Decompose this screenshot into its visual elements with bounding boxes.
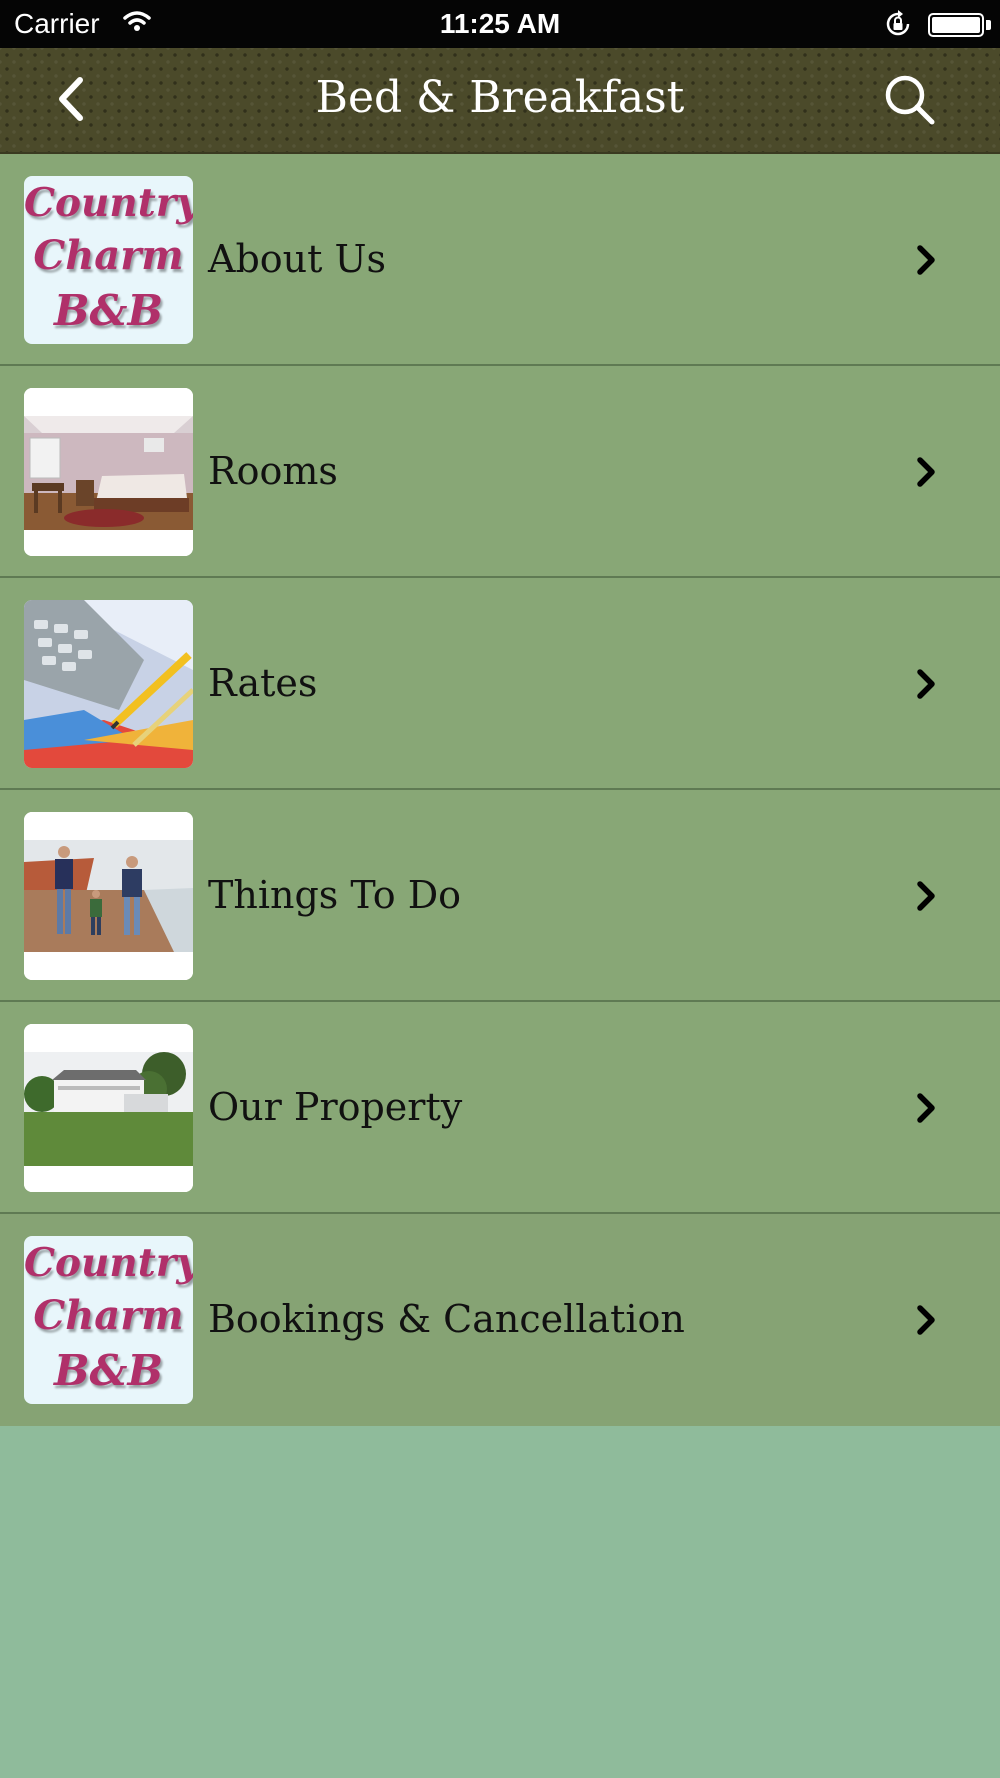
- item-label: Things To Do: [208, 873, 462, 917]
- list-item-rates[interactable]: Rates: [0, 578, 1000, 790]
- chevron-right-icon: [917, 669, 935, 699]
- item-label: About Us: [208, 237, 386, 281]
- item-label: Rooms: [208, 449, 338, 493]
- chevron-right-icon: [917, 457, 935, 487]
- list-item-rooms[interactable]: Rooms: [0, 366, 1000, 578]
- battery-nub: [986, 20, 991, 30]
- logo-line-3: B&B: [54, 286, 163, 335]
- chevron-right-icon: [917, 245, 935, 275]
- battery-icon: [928, 13, 984, 37]
- list-item-about-us[interactable]: Country Charm B&B About Us: [0, 154, 1000, 366]
- chevron-right-icon: [917, 1093, 935, 1123]
- list-item-bookings-cancellation[interactable]: Country Charm B&B Bookings & Cancellatio…: [0, 1214, 1000, 1426]
- chevron-right-icon: [917, 1305, 935, 1335]
- bedroom-photo-thumbnail: [24, 388, 193, 556]
- calculator-photo-thumbnail: [24, 600, 193, 768]
- item-label: Bookings & Cancellation: [208, 1297, 685, 1341]
- status-bar: Carrier 11:25 AM: [0, 0, 1000, 48]
- country-charm-logo-thumbnail: Country Charm B&B: [24, 176, 193, 344]
- item-label: Our Property: [208, 1085, 463, 1129]
- list-item-our-property[interactable]: Our Property: [0, 1002, 1000, 1214]
- house-photo-thumbnail: [24, 1024, 193, 1192]
- nav-bar: Bed & Breakfast: [0, 48, 1000, 154]
- page-title: Bed & Breakfast: [315, 72, 685, 123]
- item-label: Rates: [208, 661, 318, 705]
- country-charm-logo-thumbnail: Country Charm B&B: [24, 1236, 193, 1404]
- logo-line-2: Charm: [33, 1292, 184, 1339]
- rotation-lock-icon: [886, 10, 910, 36]
- menu-list: Country Charm B&B About Us Rooms Rates T…: [0, 154, 1000, 1426]
- list-item-things-to-do[interactable]: Things To Do: [0, 790, 1000, 1002]
- beach-family-photo-thumbnail: [24, 812, 193, 980]
- logo-line-1: Country: [24, 1240, 193, 1286]
- logo-line-2: Charm: [33, 232, 184, 279]
- search-icon[interactable]: [880, 70, 940, 130]
- chevron-right-icon: [917, 881, 935, 911]
- logo-line-1: Country: [24, 180, 193, 226]
- status-time: 11:25 AM: [439, 8, 561, 39]
- logo-line-3: B&B: [54, 1346, 163, 1395]
